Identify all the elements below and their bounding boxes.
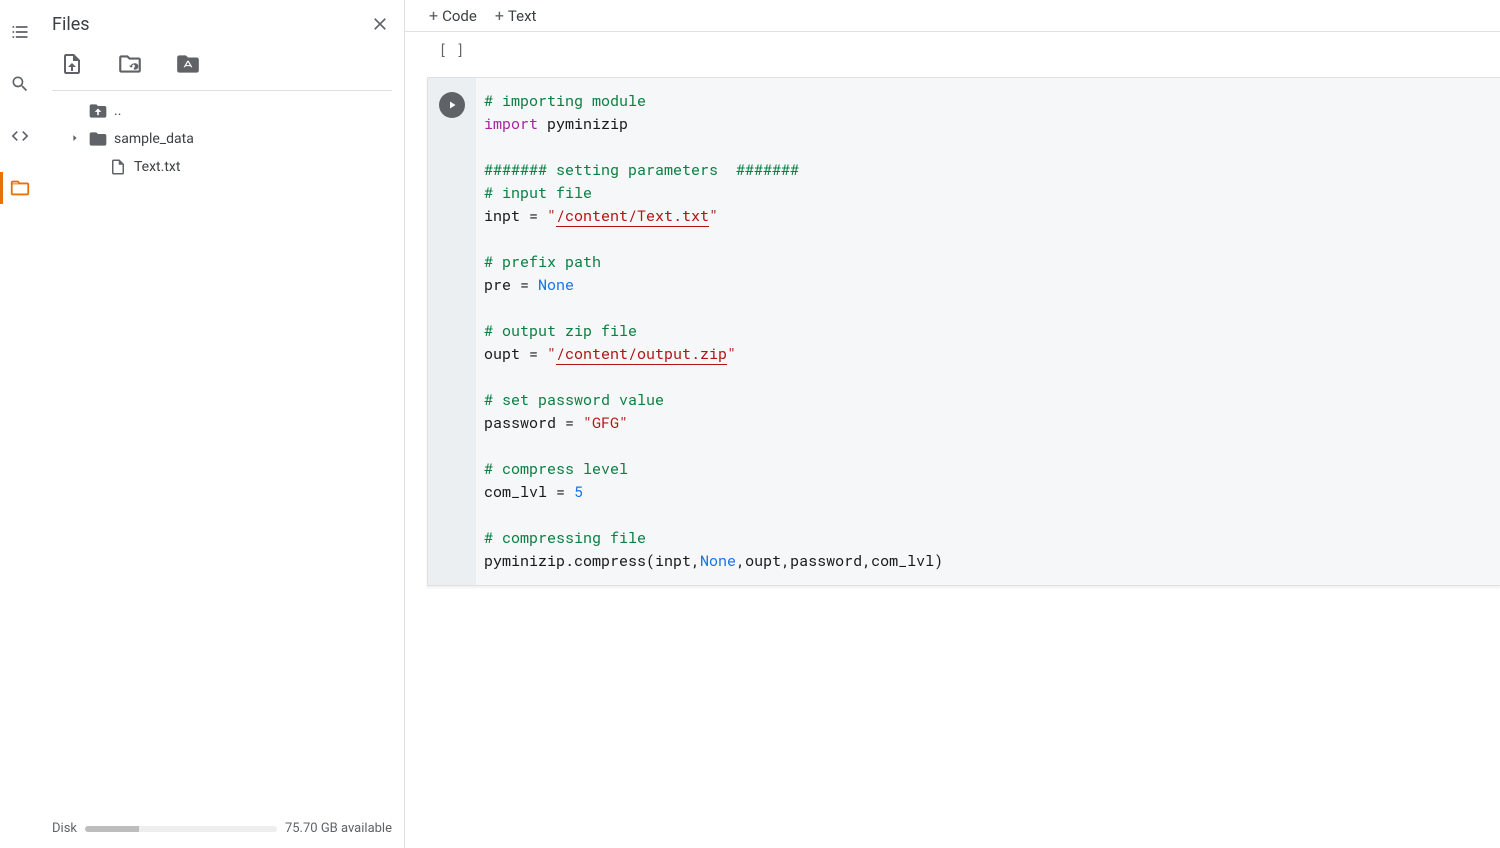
close-icon[interactable] xyxy=(368,12,392,36)
add-code-label: Code xyxy=(442,7,477,25)
add-code-button[interactable]: + Code xyxy=(429,7,477,25)
code-token: # compressing file xyxy=(484,528,646,548)
notebook-body: [ ] # importing module import pyminizip … xyxy=(405,32,1500,848)
code-token: None xyxy=(538,275,574,295)
file-tree: .. sample_data Text.txt xyxy=(40,97,404,181)
code-token: # importing module xyxy=(484,91,646,111)
code-token: "GFG" xyxy=(583,413,628,433)
divider xyxy=(52,90,392,91)
disk-label: Disk xyxy=(52,821,77,836)
refresh-folder-icon[interactable] xyxy=(116,50,144,78)
code-token: inpt = xyxy=(484,206,547,226)
code-token: import xyxy=(484,114,538,134)
code-token: 5 xyxy=(574,482,583,502)
code-token: " xyxy=(547,206,556,226)
file-tree-item-label: Text.txt xyxy=(134,159,180,175)
disk-available-label: 75.70 GB available xyxy=(285,821,392,836)
code-cell: # importing module import pyminizip ####… xyxy=(427,77,1500,586)
files-toolbar xyxy=(40,42,404,90)
file-tree-item-up[interactable]: .. xyxy=(44,97,400,125)
code-token: oupt = xyxy=(484,344,547,364)
code-token: # input file xyxy=(484,183,592,203)
file-tree-item-file[interactable]: Text.txt xyxy=(44,153,400,181)
code-token: " xyxy=(547,344,556,364)
empty-cell-prompt[interactable]: [ ] xyxy=(427,36,1500,63)
main-area: + Code + Text [ ] # importing module imp… xyxy=(405,0,1500,848)
code-token: ####### setting parameters ####### xyxy=(484,160,799,180)
files-panel-title: Files xyxy=(52,14,368,35)
toc-icon[interactable] xyxy=(8,20,32,44)
folder-icon xyxy=(88,129,108,149)
search-icon[interactable] xyxy=(8,72,32,96)
code-token: pyminizip.compress(inpt, xyxy=(484,551,700,571)
add-text-button[interactable]: + Text xyxy=(495,7,537,25)
code-token: " xyxy=(709,206,718,226)
files-panel: Files .. sam xyxy=(40,0,405,848)
code-token: pre = xyxy=(484,275,538,295)
files-icon[interactable] xyxy=(8,176,32,200)
file-tree-item-label: sample_data xyxy=(114,131,194,147)
code-token: pyminizip xyxy=(538,114,628,134)
plus-icon: + xyxy=(495,8,504,24)
file-tree-item-label: .. xyxy=(114,103,121,119)
code-token: # compress level xyxy=(484,459,628,479)
folder-up-icon xyxy=(88,101,108,121)
code-token: /content/Text.txt xyxy=(556,206,709,227)
code-token: /content/output.zip xyxy=(556,344,727,365)
disk-progress-bar xyxy=(85,826,277,832)
cell-gutter xyxy=(428,78,476,585)
file-icon xyxy=(108,157,128,177)
run-button[interactable] xyxy=(439,92,465,118)
notebook-toolbar: + Code + Text xyxy=(405,0,1500,32)
plus-icon: + xyxy=(429,8,438,24)
code-token: com_lvl = xyxy=(484,482,574,502)
code-token: password = xyxy=(484,413,583,433)
file-tree-item-folder[interactable]: sample_data xyxy=(44,125,400,153)
code-token: # prefix path xyxy=(484,252,601,272)
code-token: " xyxy=(727,344,736,364)
code-token: ,oupt,password,com_lvl) xyxy=(736,551,943,571)
code-editor[interactable]: # importing module import pyminizip ####… xyxy=(476,78,1500,585)
mount-drive-icon[interactable] xyxy=(174,50,202,78)
disk-progress-fill xyxy=(85,826,139,832)
code-token: None xyxy=(700,551,736,571)
code-token: # output zip file xyxy=(484,321,637,341)
code-token: # set password value xyxy=(484,390,664,410)
code-snippets-icon[interactable] xyxy=(8,124,32,148)
chevron-right-icon[interactable] xyxy=(68,131,82,147)
upload-file-icon[interactable] xyxy=(58,50,86,78)
add-text-label: Text xyxy=(508,7,537,25)
disk-usage: Disk 75.70 GB available xyxy=(52,821,392,836)
left-icon-rail xyxy=(0,0,40,848)
